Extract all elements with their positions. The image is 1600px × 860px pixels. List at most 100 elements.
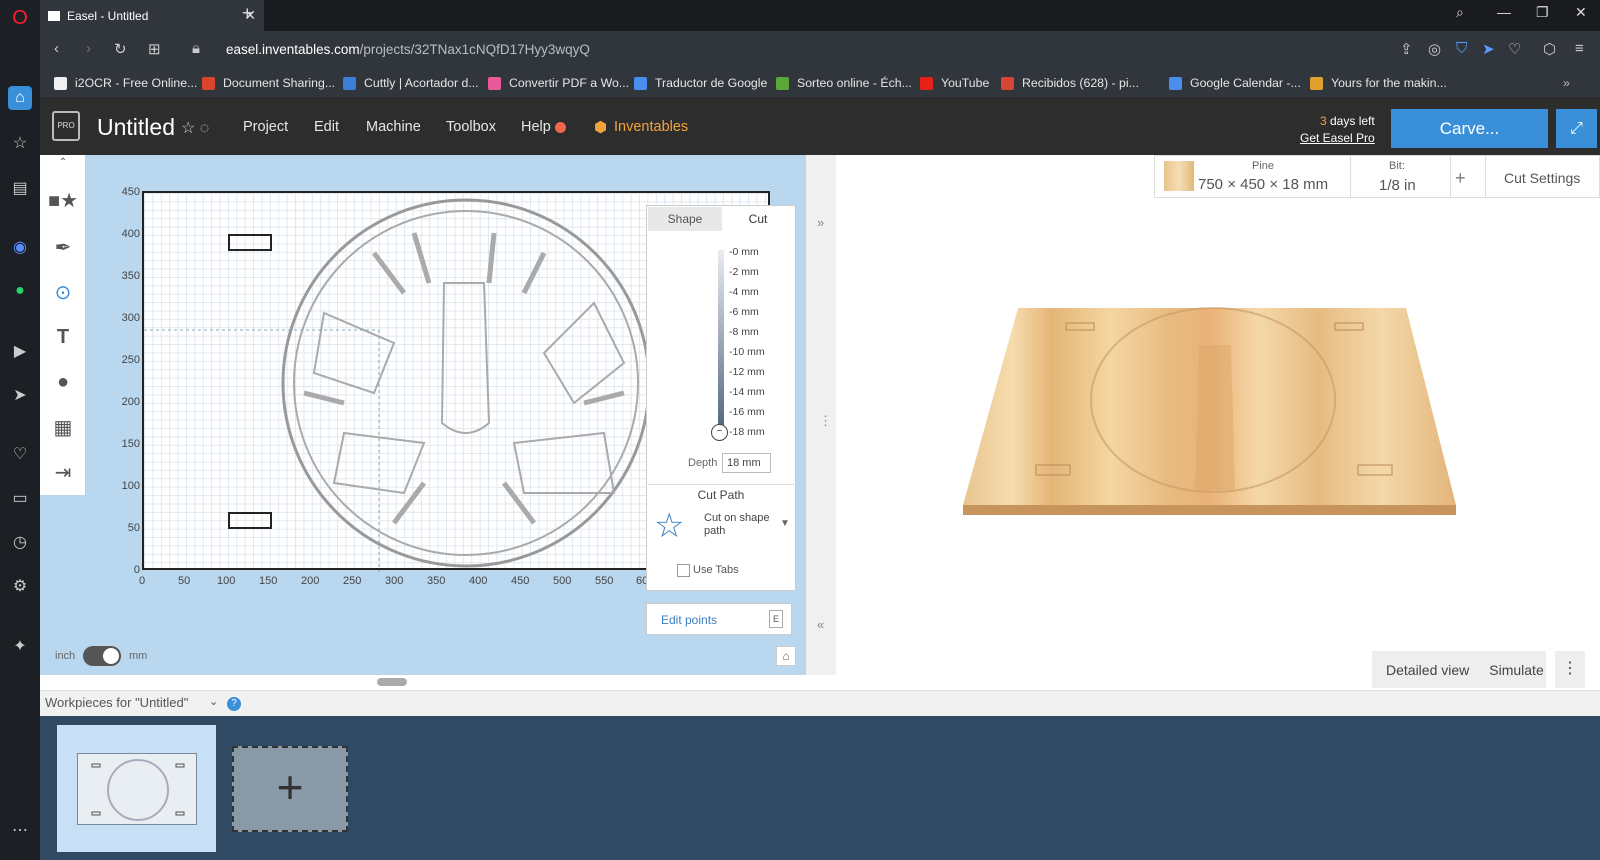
heart-icon[interactable]: ♡: [8, 442, 32, 466]
send-icon[interactable]: ➤: [8, 383, 32, 407]
opera-logo-icon[interactable]: O: [8, 6, 32, 30]
home-view-icon[interactable]: ⌂: [776, 646, 796, 666]
material-dimensions[interactable]: 750 × 450 × 18 mm: [1198, 176, 1328, 193]
settings-icon[interactable]: ⚙: [8, 574, 32, 598]
bookmark-favicon-icon: [1310, 76, 1323, 90]
restore-icon[interactable]: ❐: [1536, 4, 1549, 21]
shield-icon[interactable]: ⛉: [1456, 40, 1467, 57]
snapshot-icon[interactable]: ▭: [8, 486, 32, 510]
bookmark-item[interactable]: i2OCR - Free Online...: [54, 76, 197, 90]
unit-toggle[interactable]: [83, 646, 121, 666]
cut-path-select[interactable]: Cut on shape path: [704, 512, 774, 538]
menu-toolbox[interactable]: Toolbox: [446, 119, 496, 135]
add-bit-icon[interactable]: +: [1455, 168, 1466, 189]
bookmark-item[interactable]: Cuttly | Acortador d...: [343, 76, 479, 90]
bookmark-item[interactable]: Convertir PDF a Wo...: [488, 76, 629, 90]
depth-slider[interactable]: [718, 250, 724, 430]
back-icon[interactable]: ‹: [54, 40, 59, 57]
messenger-icon[interactable]: ◉: [8, 235, 32, 259]
menu-edit[interactable]: Edit: [314, 119, 339, 135]
cube-icon[interactable]: ⬡: [1543, 40, 1556, 58]
briefcase-icon[interactable]: ▤: [8, 176, 32, 200]
player-icon[interactable]: ▶: [8, 339, 32, 363]
collapse-up-icon[interactable]: ⌃: [40, 155, 86, 169]
chevron-down-icon[interactable]: ▼: [780, 518, 790, 529]
forward-icon[interactable]: ›: [86, 40, 91, 57]
menu-help[interactable]: Help: [521, 119, 551, 135]
bookmark-icon[interactable]: ☆: [8, 131, 32, 155]
bookmark-item[interactable]: Yours for the makin...: [1310, 76, 1447, 90]
shapes-tool-icon[interactable]: ■★: [40, 180, 86, 220]
close-window-icon[interactable]: ✕: [1575, 4, 1587, 21]
new-tab-icon[interactable]: +: [242, 3, 253, 24]
icon-library-icon[interactable]: ●: [40, 362, 86, 402]
depth-input[interactable]: 18 mm: [722, 453, 771, 473]
material-name[interactable]: Pine: [1252, 160, 1274, 172]
favorite-star-icon[interactable]: ☆ ◌: [181, 118, 209, 138]
camera-icon[interactable]: ◎: [1428, 40, 1441, 58]
depth-slider-handle[interactable]: −: [711, 424, 728, 441]
inventables-link[interactable]: Inventables: [614, 119, 688, 135]
whatsapp-icon[interactable]: ●: [8, 279, 32, 303]
unit-inch-label: inch: [55, 650, 76, 662]
bookmark-favicon-icon: [488, 76, 501, 90]
heart-icon[interactable]: ♡: [1508, 40, 1521, 58]
cut-settings-button[interactable]: Cut Settings: [1504, 170, 1580, 186]
flow-icon[interactable]: ➤: [1482, 40, 1495, 58]
carve-button[interactable]: Carve...: [1391, 109, 1548, 148]
url-host: easel.inventables.com: [226, 42, 360, 57]
minimize-icon[interactable]: —: [1497, 4, 1511, 20]
material-swatch[interactable]: [1164, 161, 1194, 191]
import-tool-icon[interactable]: ⇥: [40, 452, 86, 492]
bookmark-item[interactable]: YouTube: [920, 76, 989, 90]
use-tabs-checkbox[interactable]: Use Tabs: [677, 564, 739, 577]
expand-icon[interactable]: ⤢: [1556, 109, 1597, 148]
apps-tool-icon[interactable]: ▦: [40, 407, 86, 447]
lightbulb-icon[interactable]: ✦: [8, 634, 32, 658]
simulate-button[interactable]: Simulate: [1469, 662, 1543, 678]
share-icon[interactable]: ⇪: [1400, 40, 1413, 58]
url-field[interactable]: easel.inventables.com/projects/32TNax1cN…: [226, 42, 590, 57]
y-tick: 300: [121, 312, 140, 324]
reload-icon[interactable]: ↻: [114, 40, 127, 58]
bookmark-item[interactable]: Sorteo online - Éch...: [776, 76, 912, 90]
bookmark-item[interactable]: Recibidos (628) - pi...: [1001, 76, 1139, 90]
workpiece-thumbnail-preview[interactable]: [77, 753, 197, 825]
detailed-view-button[interactable]: Detailed view: [1372, 662, 1469, 678]
home-icon[interactable]: ⌂: [8, 86, 32, 110]
menu-icon[interactable]: ≡: [1575, 40, 1584, 57]
collapse-left-icon[interactable]: «: [817, 617, 824, 632]
bookmark-item[interactable]: Google Calendar -...: [1169, 76, 1301, 90]
drag-handle-icon[interactable]: ⋮: [819, 413, 832, 429]
collapse-right-icon[interactable]: »: [817, 215, 824, 230]
point-tool-icon[interactable]: ⊙: [40, 272, 86, 312]
pen-tool-icon[interactable]: ✒: [40, 227, 86, 267]
text-tool-icon[interactable]: T: [40, 317, 86, 357]
chevron-down-icon[interactable]: ⌄: [209, 695, 218, 708]
project-title[interactable]: Untitled: [97, 114, 175, 141]
more-icon[interactable]: ⋯: [8, 818, 32, 842]
easel-pro-logo[interactable]: PRO: [52, 111, 80, 141]
bit-value[interactable]: 1/8 in: [1379, 177, 1416, 194]
bookmark-label: Recibidos (628) - pi...: [1022, 76, 1139, 90]
tab-cut[interactable]: Cut: [722, 207, 794, 231]
horizontal-scrollbar[interactable]: [377, 678, 407, 686]
more-bookmarks-icon[interactable]: »: [1563, 76, 1570, 90]
carve-3d-preview[interactable]: [963, 305, 1456, 518]
menu-project[interactable]: Project: [243, 119, 288, 135]
tab-shape[interactable]: Shape: [648, 207, 722, 231]
more-options-icon[interactable]: ⋮: [1555, 651, 1585, 688]
add-workpiece-button[interactable]: +: [232, 746, 348, 832]
get-pro-link[interactable]: Get Easel Pro: [1300, 131, 1375, 145]
cut-path-star-icon[interactable]: ☆: [654, 506, 684, 546]
bookmark-item[interactable]: Document Sharing...: [202, 76, 335, 90]
help-icon[interactable]: ?: [227, 697, 241, 711]
menu-machine[interactable]: Machine: [366, 119, 421, 135]
speed-dial-icon[interactable]: ⊞: [148, 40, 161, 58]
search-icon[interactable]: ⌕: [1456, 4, 1464, 21]
y-tick: 0: [133, 564, 140, 576]
workpieces-title[interactable]: Workpieces for "Untitled": [45, 695, 188, 710]
browser-tab[interactable]: Easel - Untitled ✕: [40, 0, 264, 31]
bookmark-item[interactable]: Traductor de Google: [634, 76, 767, 90]
history-icon[interactable]: ◷: [8, 530, 32, 554]
